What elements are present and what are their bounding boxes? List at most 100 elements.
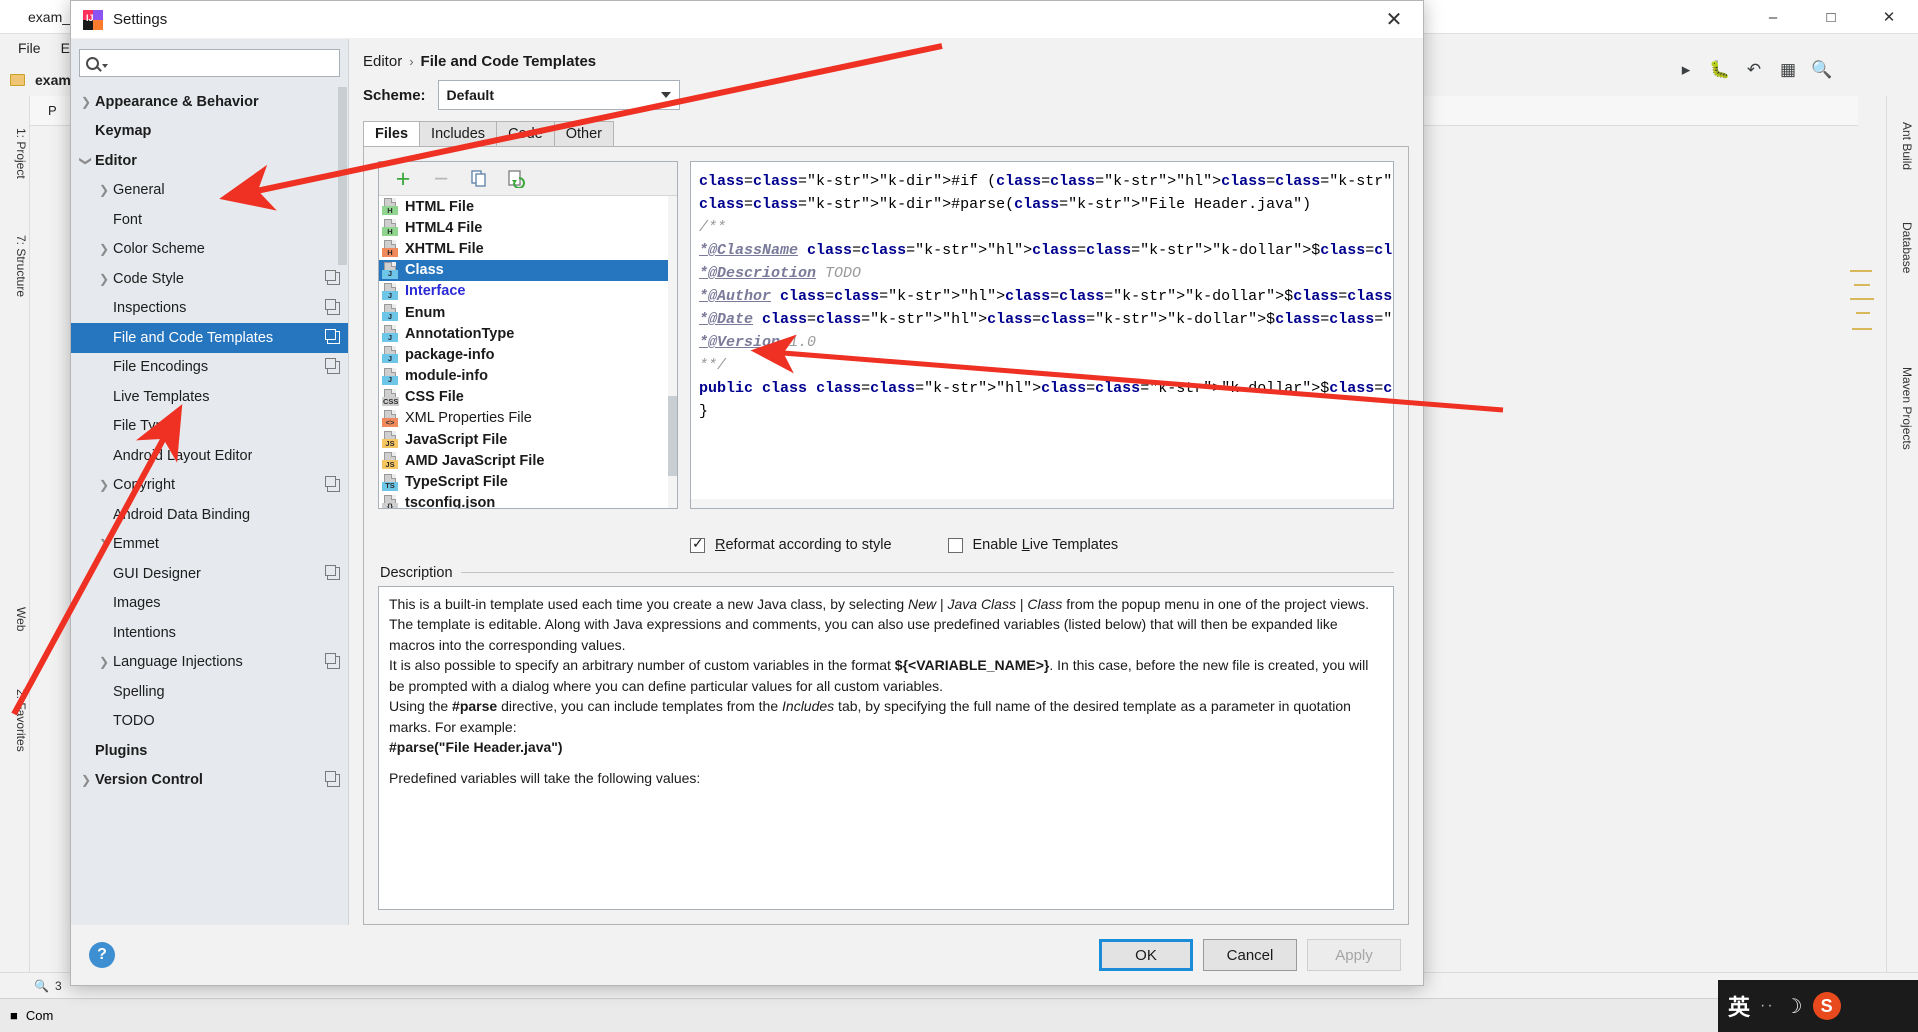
code-line[interactable]: *@Descriotion TODO xyxy=(699,262,1393,285)
tab-includes[interactable]: Includes xyxy=(419,121,498,146)
tab-other[interactable]: Other xyxy=(553,121,614,146)
ime-moon-icon[interactable]: ☽ xyxy=(1785,994,1803,1019)
chevron-right-icon[interactable]: ❯ xyxy=(95,273,113,285)
template-list-item[interactable]: Jpackage-info xyxy=(379,344,677,365)
search-input[interactable] xyxy=(79,49,340,77)
ide-toolbar-right-icons[interactable]: ▸ 🐛 ↶ ▦ 🔍 xyxy=(1676,60,1833,80)
sidebar-item-keymap[interactable]: Keymap xyxy=(71,117,348,147)
sidebar-item-gui-designer[interactable]: GUI Designer xyxy=(71,559,348,589)
code-line[interactable]: **/ xyxy=(699,354,1393,377)
ime-language-label[interactable]: 英 xyxy=(1728,990,1750,1022)
sidebar-item-general[interactable]: ❯ General xyxy=(71,176,348,206)
add-template-button[interactable]: + xyxy=(393,166,413,191)
cancel-button[interactable]: Cancel xyxy=(1203,939,1297,971)
ide-bottombar[interactable]: ■ Com xyxy=(0,998,1918,1032)
reformat-checkbox[interactable] xyxy=(690,535,705,553)
tool-maven-projects[interactable]: Maven Projects xyxy=(1890,346,1914,470)
minimize-icon[interactable]: – xyxy=(1744,0,1802,34)
bottombar-terminal-icon[interactable]: ■ xyxy=(10,1008,18,1023)
code-line[interactable]: /** xyxy=(699,216,1393,239)
sidebar-item-font[interactable]: Font xyxy=(71,205,348,235)
template-list-scrollbar[interactable] xyxy=(668,196,677,508)
tool-web[interactable]: Web xyxy=(2,596,28,642)
tool-structure[interactable]: 7: Structure xyxy=(2,216,28,316)
layout-icon[interactable]: ▦ xyxy=(1778,60,1798,80)
sidebar-item-images[interactable]: Images xyxy=(71,589,348,619)
run-icon[interactable]: ▸ xyxy=(1676,60,1696,80)
code-line[interactable]: *@ClassName class=class="k-str">"hl">cla… xyxy=(699,239,1393,262)
menu-file[interactable]: File xyxy=(8,38,51,58)
template-list-toolbar[interactable]: + − xyxy=(379,162,677,196)
chevron-right-icon[interactable]: ❯ xyxy=(95,479,113,491)
sidebar-item-plugins[interactable]: Plugins xyxy=(71,736,348,766)
sidebar-item-live-templates[interactable]: Live Templates xyxy=(71,382,348,412)
template-list-item[interactable]: Jmodule-info xyxy=(379,366,677,387)
help-button[interactable]: ? xyxy=(89,942,115,968)
sidebar-item-android-data-binding[interactable]: Android Data Binding xyxy=(71,500,348,530)
code-horizontal-scrollbar[interactable] xyxy=(691,498,1393,508)
code-line[interactable]: public class class=class="k-str">"hl">cl… xyxy=(699,377,1393,400)
template-list-item[interactable]: H HTML File xyxy=(379,196,677,217)
breadcrumb-root[interactable]: Editor xyxy=(363,53,402,70)
sidebar-item-file-types[interactable]: File Types xyxy=(71,412,348,442)
chevron-right-icon[interactable]: ❯ xyxy=(95,538,113,550)
scheme-select[interactable]: Default xyxy=(437,80,680,110)
template-list-item[interactable]: J Interface xyxy=(379,281,677,302)
sidebar-item-code-style[interactable]: ❯ Code Style xyxy=(71,264,348,294)
search-everywhere-icon[interactable]: 🔍 xyxy=(1811,60,1832,80)
chevron-right-icon[interactable]: ❯ xyxy=(95,184,113,196)
chevron-right-icon[interactable]: ❯ xyxy=(95,656,113,668)
sidebar-item-language-injections[interactable]: ❯ Language Injections xyxy=(71,648,348,678)
live-templates-checkbox[interactable] xyxy=(947,537,963,553)
undo-icon[interactable]: ↶ xyxy=(1744,60,1764,80)
ide-project-tab[interactable]: P xyxy=(40,103,65,118)
template-list-item[interactable]: J Enum xyxy=(379,302,677,323)
sidebar-item-color-scheme[interactable]: ❯ Color Scheme xyxy=(71,235,348,265)
template-list-item[interactable]: H XHTML File xyxy=(379,238,677,259)
template-category-tabs[interactable]: Files Includes Code Other xyxy=(349,120,1423,146)
template-list-item[interactable]: J AnnotationType xyxy=(379,323,677,344)
close-icon[interactable]: ✕ xyxy=(1860,0,1918,34)
maximize-icon[interactable]: □ xyxy=(1802,0,1860,34)
template-list-item[interactable]: CSS CSS File xyxy=(379,387,677,408)
template-list-item[interactable]: TS TypeScript File xyxy=(379,471,677,492)
template-list-item[interactable]: <> XML Properties File xyxy=(379,408,677,429)
code-line[interactable]: class=class="k-str">"k-dir">#parse(class… xyxy=(699,193,1393,216)
ide-right-toolwindow-strip[interactable]: Ant Build Database Maven Projects xyxy=(1886,96,1918,972)
debug-icon[interactable]: 🐛 xyxy=(1709,60,1730,80)
ime-widget[interactable]: 英 ·· ☽ S xyxy=(1718,980,1918,1032)
sidebar-item-todo[interactable]: TODO xyxy=(71,707,348,737)
apply-button[interactable]: Apply xyxy=(1307,939,1401,971)
tool-project[interactable]: 1: Project xyxy=(2,110,28,196)
tool-database[interactable]: Database xyxy=(1890,206,1914,290)
sidebar-item-appearance-behavior[interactable]: ❯ Appearance & Behavior xyxy=(71,87,348,117)
ide-left-toolwindow-strip[interactable]: 1: Project 7: Structure Web 2: Favorites xyxy=(0,96,30,972)
code-line[interactable]: } xyxy=(699,400,1393,423)
template-code-editor[interactable]: class=class="k-str">"k-dir">#if (class=c… xyxy=(690,161,1394,509)
sidebar-item-editor[interactable]: ❯ Editor xyxy=(71,146,348,176)
sidebar-item-copyright[interactable]: ❯ Copyright xyxy=(71,471,348,501)
remove-template-button[interactable]: − xyxy=(431,166,451,191)
sidebar-item-spelling[interactable]: Spelling xyxy=(71,677,348,707)
sidebar-scrollbar-thumb[interactable] xyxy=(338,87,347,265)
chevron-down-icon[interactable] xyxy=(102,63,108,68)
sidebar-item-android-layout-editor[interactable]: Android Layout Editor xyxy=(71,441,348,471)
statusbar-search-icon[interactable]: 🔍 xyxy=(34,979,49,993)
tab-code[interactable]: Code xyxy=(496,121,555,146)
template-list-item[interactable]: JS JavaScript File xyxy=(379,429,677,450)
code-line[interactable]: *@Date class=class="k-str">"hl">class=cl… xyxy=(699,308,1393,331)
sidebar-item-version-control[interactable]: ❯ Version Control xyxy=(71,766,348,796)
window-controls[interactable]: – □ ✕ xyxy=(1744,0,1918,34)
chevron-right-icon[interactable]: ❯ xyxy=(95,243,113,255)
sidebar-item-emmet[interactable]: ❯ Emmet xyxy=(71,530,348,560)
template-list-item[interactable]: J Class xyxy=(379,259,677,281)
sidebar-item-file-encodings[interactable]: File Encodings xyxy=(71,353,348,383)
chevron-down-icon[interactable]: ❯ xyxy=(77,155,95,167)
tool-ant-build[interactable]: Ant Build xyxy=(1890,106,1914,186)
dialog-close-icon[interactable]: ✕ xyxy=(1373,3,1415,37)
description-box[interactable]: This is a built-in template used each ti… xyxy=(378,585,1394,910)
code-line[interactable]: *@Version 1.0 xyxy=(699,331,1393,354)
bottombar-label[interactable]: Com xyxy=(26,1008,53,1023)
settings-tree[interactable]: ❯ Appearance & Behavior Keymap ❯ Editor ❯ Gene… xyxy=(71,85,348,925)
ok-button[interactable]: OK xyxy=(1099,939,1193,971)
